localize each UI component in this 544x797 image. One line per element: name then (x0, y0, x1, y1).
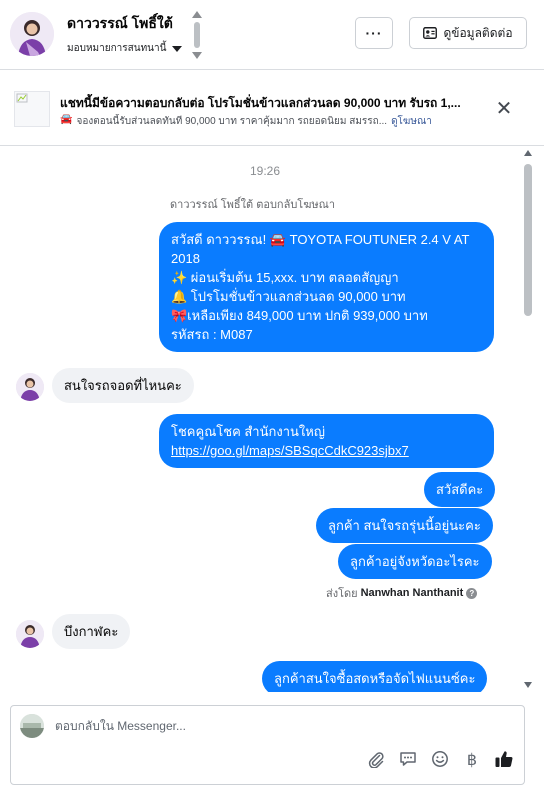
contact-avatar-small[interactable] (16, 620, 44, 648)
message-timestamp: 19:26 (249, 164, 281, 178)
outgoing-message-bubble: ลูกค้าสนใจซื้อสดหรือจัดไฟแนนซ์คะ (262, 661, 488, 692)
assign-label: มอบหมายการสนทนานี้ (67, 43, 167, 54)
contact-info-label: ดูข้อมูลติดต่อ (443, 25, 513, 40)
arrow-down-icon[interactable] (192, 52, 202, 59)
contact-card-icon (423, 27, 438, 39)
map-link[interactable]: https://goo.gl/maps/SBSqcCdkC923sjbx7 (171, 441, 482, 460)
location-name: โชคคูณโชค สำนักงานใหญ่ (171, 424, 325, 439)
sender-name: Nanwhan Nanthanit (360, 587, 464, 599)
like-icon[interactable] (493, 748, 515, 770)
conversation-nav-stepper[interactable] (190, 11, 204, 59)
scroll-up-arrow[interactable] (524, 150, 532, 156)
message-line: 🔔 โปรโมชั่นข้าวแลกส่วนลด 90,000 บาท (171, 289, 406, 304)
message-line: 🎀เหลือเพียง 849,000 บาท ปกติ 939,000 บาท (171, 308, 428, 323)
scroll-down-arrow[interactable] (524, 682, 532, 688)
car-emoji-icon: 🚘 (60, 114, 73, 125)
ad-message-bubble: สวัสดี ดาววรรณ! 🚘 TOYOTA FOUTUNER 2.4 V … (159, 222, 494, 352)
conversation-header: ดาววรรณ์ โพธิ์ใต้ มอบหมายการสนทนานี้ ···… (0, 0, 544, 70)
reply-input[interactable] (55, 716, 495, 736)
view-contact-info-button[interactable]: ดูข้อมูลติดต่อ (409, 17, 527, 49)
outgoing-message-bubble: ลูกค้าอยู่จังหวัดอะไรคะ (338, 544, 492, 579)
message-line: สวัสดี ดาววรรณ! 🚘 TOYOTA FOUTUNER 2.4 V … (171, 232, 470, 247)
ad-reply-banner: แชทนี้มีข้อความตอบกลับต่อ โปรโมชั่นข้าวแ… (0, 70, 544, 146)
arrow-up-icon[interactable] (192, 11, 202, 18)
contact-avatar-small[interactable] (16, 373, 44, 401)
ad-subtitle: 🚘 จองตอนนี้รับส่วนลดทันที 90,000 บาท ราค… (60, 114, 490, 129)
message-line: รหัสรถ : M087 (171, 327, 253, 342)
assign-conversation-dropdown[interactable]: มอบหมายการสนทนานี้ (67, 41, 183, 56)
reply-composer: ฿ (10, 705, 525, 785)
sent-by-label: ส่งโดย Nanwhan Nanthanit ? (326, 584, 478, 602)
ad-thumbnail[interactable] (14, 91, 50, 127)
incoming-message-bubble: สนใจรถจอดที่ไหนคะ (52, 368, 194, 403)
more-icon: ··· (365, 25, 383, 41)
outgoing-message-bubble: ลูกค้า สนใจรถรุ่นนี้อยู่นะคะ (316, 508, 493, 543)
ad-title: แชทนี้มีข้อความตอบกลับต่อ โปรโมชั่นข้าวแ… (60, 96, 461, 110)
incoming-message-bubble: บึงกาฬคะ (52, 614, 131, 649)
outgoing-message-bubble: สวัสดีคะ (424, 472, 496, 507)
emoji-icon[interactable] (429, 748, 451, 770)
message-line: 2018 (171, 251, 200, 266)
attach-icon[interactable] (365, 748, 387, 770)
scrollbar-thumb[interactable] (524, 164, 532, 316)
more-options-button[interactable]: ··· (355, 17, 393, 49)
view-ad-link[interactable]: ดูโฆษณา (391, 114, 432, 129)
message-thread[interactable]: 19:26 ดาววรรณ์ โพธิ์ใต้ ตอบกลับโฆษณา สวั… (0, 147, 544, 692)
stepper-handle (194, 22, 200, 48)
page-avatar (20, 714, 44, 738)
close-icon[interactable]: ✕ (494, 99, 514, 119)
baht-icon[interactable]: ฿ (461, 748, 483, 770)
contact-avatar[interactable] (10, 12, 54, 56)
saved-replies-icon[interactable] (397, 748, 419, 770)
sent-by-prefix: ส่งโดย (326, 588, 358, 600)
ad-description: จองตอนนี้รับส่วนลดทันที 90,000 บาท ราคาค… (76, 116, 388, 127)
location-message-bubble: โชคคูณโชค สำนักงานใหญ่ https://goo.gl/ma… (159, 414, 494, 468)
help-icon[interactable]: ? (466, 587, 478, 599)
ad-reply-note: ดาววรรณ์ โพธิ์ใต้ ตอบกลับโฆษณา (170, 199, 336, 211)
caret-down-icon (172, 45, 183, 52)
contact-name: ดาววรรณ์ โพธิ์ใต้ (67, 15, 173, 31)
message-line: ✨ ผ่อนเริ่มต้น 15,xxx. บาท ตลอดสัญญา (171, 270, 399, 285)
